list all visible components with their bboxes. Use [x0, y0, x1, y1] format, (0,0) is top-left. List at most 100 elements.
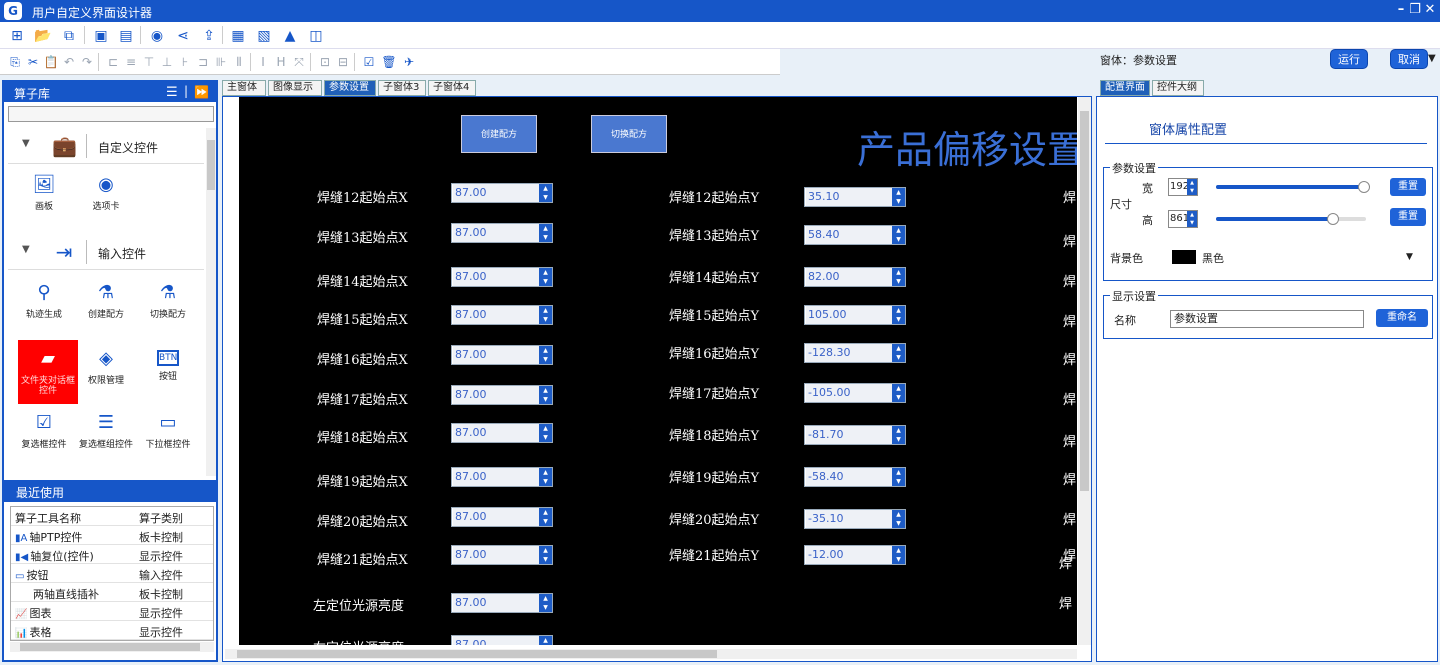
upload-icon[interactable]: ⇪	[200, 27, 218, 45]
same-height-icon[interactable]: H	[272, 53, 290, 71]
undo-icon[interactable]: ↶	[60, 53, 78, 71]
tab-main-form[interactable]: 主窗体	[222, 80, 266, 96]
save-icon[interactable]: ▤	[117, 27, 135, 45]
window-selector[interactable]: 窗体：参数设置	[1100, 52, 1177, 68]
library-item-create-recipe[interactable]: ⚗ 创建配方	[76, 274, 136, 338]
align-middle-icon[interactable]: ⊥	[158, 53, 176, 71]
chevron-down-icon[interactable]: ▼	[1428, 53, 1436, 64]
cut-icon[interactable]: ✂	[24, 53, 42, 71]
recent-hscrollbar[interactable]	[10, 642, 214, 652]
x-offset-spinbox[interactable]: 87.00 ▲ ▼	[451, 183, 553, 203]
table-row[interactable]: 两轴直线插补 板卡控制	[11, 583, 213, 602]
table-row[interactable]: ▭ 按钮 输入控件	[11, 564, 213, 583]
tab-config[interactable]: 配置界面	[1100, 80, 1150, 96]
library-scrollbar[interactable]	[206, 128, 216, 476]
restore-icon[interactable]: ❐	[1408, 2, 1422, 17]
distribute-v-icon[interactable]: ⫴	[230, 53, 248, 71]
y-offset-spinbox[interactable]: 35.10 ▲ ▼	[804, 187, 906, 207]
magic-icon[interactable]: ✈	[400, 53, 418, 71]
y-offset-spinbox[interactable]: -35.10 ▲ ▼	[804, 509, 906, 529]
library-item-switch-recipe[interactable]: ⚗ 切换配方	[138, 274, 198, 338]
x-offset-spinbox[interactable]: 87.00 ▲ ▼	[451, 545, 553, 565]
create-recipe-button[interactable]: 创建配方	[461, 115, 537, 153]
library-search-input[interactable]	[8, 106, 214, 122]
same-width-icon[interactable]: I	[254, 53, 272, 71]
copy-icon[interactable]: ⎘	[6, 53, 24, 71]
category-input-controls[interactable]: ▼ ⇥ 输入控件	[8, 234, 204, 270]
library-item-canvas[interactable]: 🖼 画板	[14, 166, 74, 230]
y-offset-spinbox[interactable]: 58.40 ▲ ▼	[804, 225, 906, 245]
height-slider[interactable]	[1216, 213, 1366, 225]
distribute-h-icon[interactable]: ⊪	[212, 53, 230, 71]
canvas-hscrollbar[interactable]	[225, 649, 1077, 659]
y-offset-spinbox[interactable]: 105.00 ▲ ▼	[804, 305, 906, 325]
library-item-checkbox-group[interactable]: ☰ 复选框组控件	[76, 404, 136, 468]
canvas-vscrollbar[interactable]	[1078, 97, 1091, 645]
layout-icon[interactable]: ◫	[307, 27, 325, 45]
cancel-button[interactable]: 取消	[1390, 49, 1428, 69]
camera-icon[interactable]: ▦	[229, 27, 247, 45]
tab-subform-4[interactable]: 子窗体4	[428, 80, 476, 96]
redo-icon[interactable]: ↷	[78, 53, 96, 71]
width-stepper[interactable]: 1920▲▼	[1168, 178, 1198, 196]
x-offset-spinbox[interactable]: 87.00 ▲ ▼	[451, 467, 553, 487]
warning-icon[interactable]: ▲	[281, 27, 299, 45]
table-row[interactable]: 📈 图表 显示控件	[11, 602, 213, 621]
new-icon[interactable]: ⊞	[8, 27, 26, 45]
name-field[interactable]: 参数设置	[1170, 310, 1364, 328]
x-offset-spinbox[interactable]: 87.00 ▲ ▼	[451, 267, 553, 287]
send-back-icon[interactable]: ⊟	[334, 53, 352, 71]
expand-triangle-icon[interactable]: ▼	[22, 138, 30, 149]
align-left-icon[interactable]: ⊏	[104, 53, 122, 71]
reset-height-button[interactable]: 重置	[1390, 208, 1426, 226]
delete-icon[interactable]: 🗑	[380, 53, 398, 71]
check-icon[interactable]: ☑	[360, 53, 378, 71]
y-offset-spinbox[interactable]: -128.30 ▲ ▼	[804, 343, 906, 363]
paste-icon[interactable]: 📋	[42, 53, 60, 71]
x-offset-spinbox[interactable]: 87.00 ▲ ▼	[451, 345, 553, 365]
expand-triangle-icon[interactable]: ▼	[22, 244, 30, 255]
tab-outline[interactable]: 控件大纲	[1152, 80, 1204, 96]
collapse-icon[interactable]: ⏩	[194, 85, 209, 99]
library-item-tabs[interactable]: ◉ 选项卡	[76, 166, 136, 230]
y-offset-spinbox[interactable]: -58.40 ▲ ▼	[804, 467, 906, 487]
y-offset-spinbox[interactable]: -105.00 ▲ ▼	[804, 383, 906, 403]
rename-button[interactable]: 重命名	[1376, 309, 1428, 327]
same-size-icon[interactable]: ⤧	[290, 53, 308, 71]
library-item-checkbox[interactable]: ☑ 复选框控件	[14, 404, 74, 468]
width-slider[interactable]	[1216, 181, 1370, 193]
bg-color-select[interactable]: 黑色	[1202, 250, 1224, 266]
toolbox-icon[interactable]: ▣	[92, 27, 110, 45]
align-bottom-icon[interactable]: ⊦	[176, 53, 194, 71]
menu-icon[interactable]: ☰	[166, 85, 178, 100]
preview-eye-icon[interactable]: ◉	[148, 27, 166, 45]
close-icon[interactable]: ✕	[1423, 2, 1437, 17]
x-offset-spinbox[interactable]: 87.00 ▲ ▼	[451, 507, 553, 527]
library-item-folder-dialog[interactable]: ▰ 文件夹对话框控件	[18, 340, 78, 404]
light-spinbox[interactable]: 87.00▲▼	[451, 593, 553, 613]
tab-subform-3[interactable]: 子窗体3	[378, 80, 426, 96]
library-item-dropdown[interactable]: ▭ 下拉框控件	[138, 404, 198, 468]
x-offset-spinbox[interactable]: 87.00 ▲ ▼	[451, 305, 553, 325]
open-folder-icon[interactable]: 📂	[34, 27, 52, 45]
y-offset-spinbox[interactable]: -81.70 ▲ ▼	[804, 425, 906, 445]
table-row[interactable]: ▮◀ 轴复位(控件) 显示控件	[11, 545, 213, 564]
save-all-icon[interactable]: ⧉	[60, 27, 78, 45]
y-offset-spinbox[interactable]: -12.00 ▲ ▼	[804, 545, 906, 565]
library-item-trajectory[interactable]: ⚲ 轨迹生成	[14, 274, 74, 338]
run-button[interactable]: 运行	[1330, 49, 1368, 69]
share-icon[interactable]: ⋖	[174, 27, 192, 45]
library-item-button[interactable]: BTN 按钮	[138, 340, 198, 404]
y-offset-spinbox[interactable]: 82.00 ▲ ▼	[804, 267, 906, 287]
category-custom-controls[interactable]: ▼ 💼 自定义控件	[8, 128, 204, 164]
bg-color-swatch[interactable]	[1172, 250, 1196, 264]
table-row[interactable]: 📊 表格 显示控件	[11, 621, 213, 640]
library-item-permissions[interactable]: ◈ 权限管理	[76, 340, 136, 404]
align-top-icon[interactable]: ⊤	[140, 53, 158, 71]
switch-recipe-button[interactable]: 切换配方	[591, 115, 667, 153]
x-offset-spinbox[interactable]: 87.00 ▲ ▼	[451, 423, 553, 443]
chevron-down-icon[interactable]: ▼	[1406, 252, 1413, 262]
x-offset-spinbox[interactable]: 87.00 ▲ ▼	[451, 385, 553, 405]
tab-param-settings[interactable]: 参数设置	[324, 80, 376, 96]
minimize-icon[interactable]: –	[1394, 2, 1408, 17]
